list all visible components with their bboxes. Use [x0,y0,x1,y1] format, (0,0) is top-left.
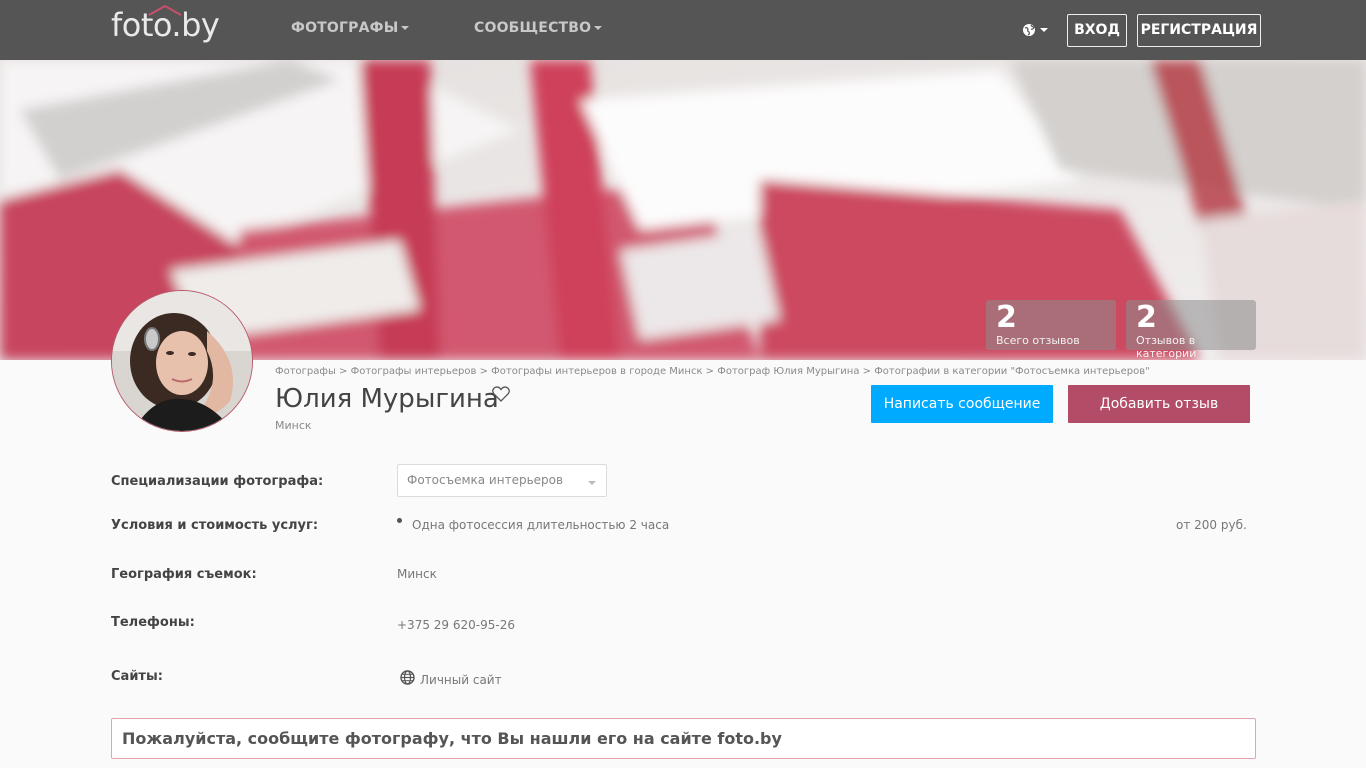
nav-photographers-label: ФОТОГРАФЫ [291,20,399,36]
chevron-down-icon [1040,28,1048,32]
globe-icon [1023,24,1035,36]
services-label: Условия и стоимость услуг: [111,518,319,533]
stat-category-reviews: 2 Отзывов в категории [1126,300,1256,360]
specializations-label: Специализации фотографа: [111,474,324,489]
notice-banner: Пожалуйста, сообщите фотографу, что Вы н… [111,718,1256,759]
personal-site-link[interactable]: Личный сайт [420,673,502,687]
breadcrumb-link[interactable]: Фотографы интерьеров [351,366,477,377]
sites-label: Сайты: [111,669,163,684]
heart-icon[interactable] [492,386,510,402]
nav-community[interactable]: СООБЩЕСТВО [474,20,603,36]
globe-icon [400,670,415,685]
stat-total-reviews-value: 2 [996,300,1017,335]
top-navbar: foto.by ФОТОГРАФЫ СООБЩЕСТВО ВХОД РЕГИСТ… [0,0,1366,60]
page-title: Юлия Мурыгина [275,384,499,414]
nav-photographers[interactable]: ФОТОГРАФЫ [291,20,410,36]
chevron-down-icon [594,26,603,30]
language-selector[interactable] [1022,21,1048,39]
add-review-button[interactable]: Добавить отзыв [1068,385,1250,423]
login-button[interactable]: ВХОД [1067,14,1127,47]
chevron-down-icon [401,26,410,30]
breadcrumb-link[interactable]: Фотографы [275,366,336,377]
bullet-icon [397,518,402,523]
nav-community-label: СООБЩЕСТВО [474,20,592,36]
breadcrumb: Фотографы > Фотографы интерьеров > Фотог… [275,366,1150,377]
register-button[interactable]: РЕГИСТРАЦИЯ [1137,14,1261,47]
stat-category-reviews-value: 2 [1136,300,1157,335]
geography-label: География съемок: [111,567,257,582]
specialization-selected: Фотосъемка интерьеров [407,473,564,487]
geography-value: Минск [397,567,437,581]
breadcrumb-link[interactable]: Фотографии в категории "Фотосъемка интер… [874,366,1149,377]
write-message-button[interactable]: Написать сообщение [871,385,1053,423]
stat-total-reviews-label: Всего отзывов [996,334,1080,347]
stat-category-reviews-label: Отзывов в категории [1136,334,1197,360]
breadcrumb-link[interactable]: Фотограф Юлия Мурыгина [717,366,859,377]
phone-value[interactable]: +375 29 620-95-26 [397,618,515,632]
profile-city: Минск [275,419,312,432]
service-name: Одна фотосессия длительностью 2 часа [412,518,670,532]
breadcrumb-link[interactable]: Фотографы интерьеров в городе Минск [491,366,702,377]
chevron-down-icon [588,481,596,485]
stat-total-reviews: 2 Всего отзывов [986,300,1116,350]
avatar[interactable] [111,290,253,432]
specialization-select[interactable]: Фотосъемка интерьеров [397,464,607,497]
site-logo[interactable]: foto.by [111,6,220,44]
phones-label: Телефоны: [111,615,195,630]
service-price: от 200 руб. [1176,518,1247,532]
avatar-photo [112,291,252,431]
